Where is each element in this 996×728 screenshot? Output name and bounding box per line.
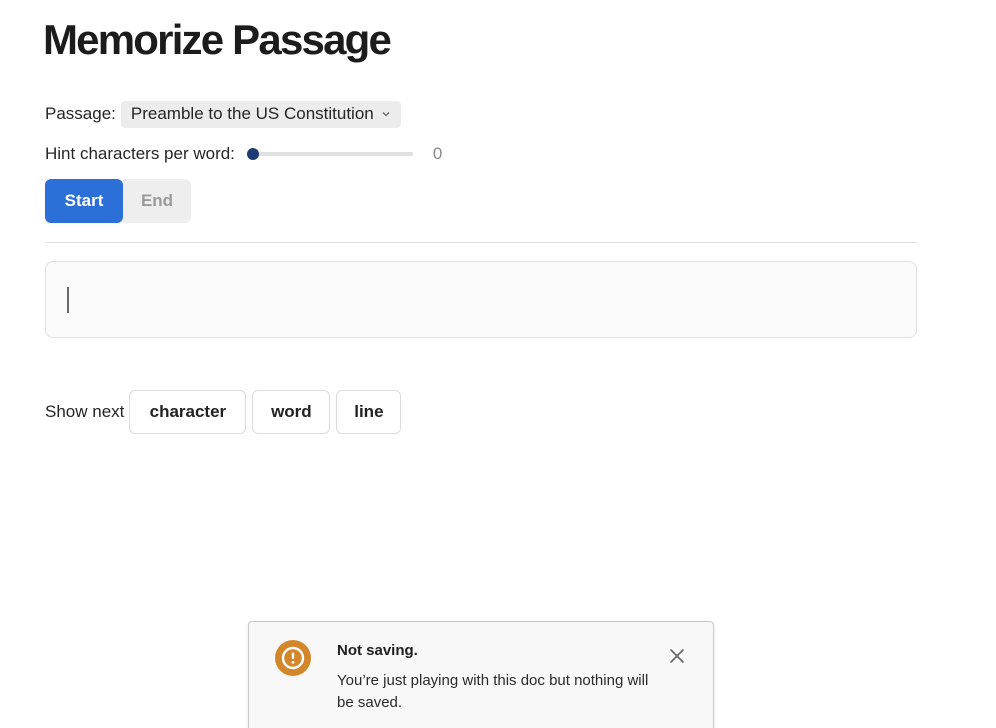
close-icon[interactable]	[667, 646, 687, 666]
warning-icon	[275, 640, 311, 676]
show-next-character-button[interactable]: character	[129, 390, 247, 434]
hint-row: Hint characters per word: 0	[45, 142, 442, 166]
passage-row: Passage: Preamble to the US Constitution	[45, 100, 401, 128]
show-next-line-button[interactable]: line	[336, 390, 402, 434]
passage-label: Passage:	[45, 104, 116, 123]
page-title: Memorize Passage	[43, 16, 392, 63]
control-buttons: Start End	[45, 179, 191, 223]
not-saving-toast: Not saving. You’re just playing with thi…	[248, 621, 714, 728]
toast-title: Not saving.	[337, 642, 418, 659]
text-caret	[67, 287, 69, 313]
hint-slider[interactable]	[243, 142, 417, 166]
toast-message: You’re just playing with this doc but no…	[337, 672, 649, 711]
end-button: End	[123, 179, 191, 223]
hint-value: 0	[432, 144, 443, 163]
divider	[45, 242, 917, 243]
show-next-word-button[interactable]: word	[252, 390, 331, 434]
chevron-down-icon	[381, 109, 391, 119]
memorize-page: Memorize Passage Passage: Preamble to th…	[0, 0, 996, 728]
show-next-label: Show next	[45, 402, 125, 421]
hint-slider-thumb[interactable]	[246, 148, 259, 160]
passage-input-area[interactable]	[45, 261, 917, 338]
show-next-row: Show next character word line	[45, 390, 407, 434]
passage-select-value: Preamble to the US Constitution	[130, 104, 374, 123]
start-button[interactable]: Start	[45, 179, 123, 223]
hint-label: Hint characters per word:	[45, 144, 235, 163]
passage-select[interactable]: Preamble to the US Constitution	[120, 100, 401, 128]
hint-slider-track	[246, 152, 413, 156]
